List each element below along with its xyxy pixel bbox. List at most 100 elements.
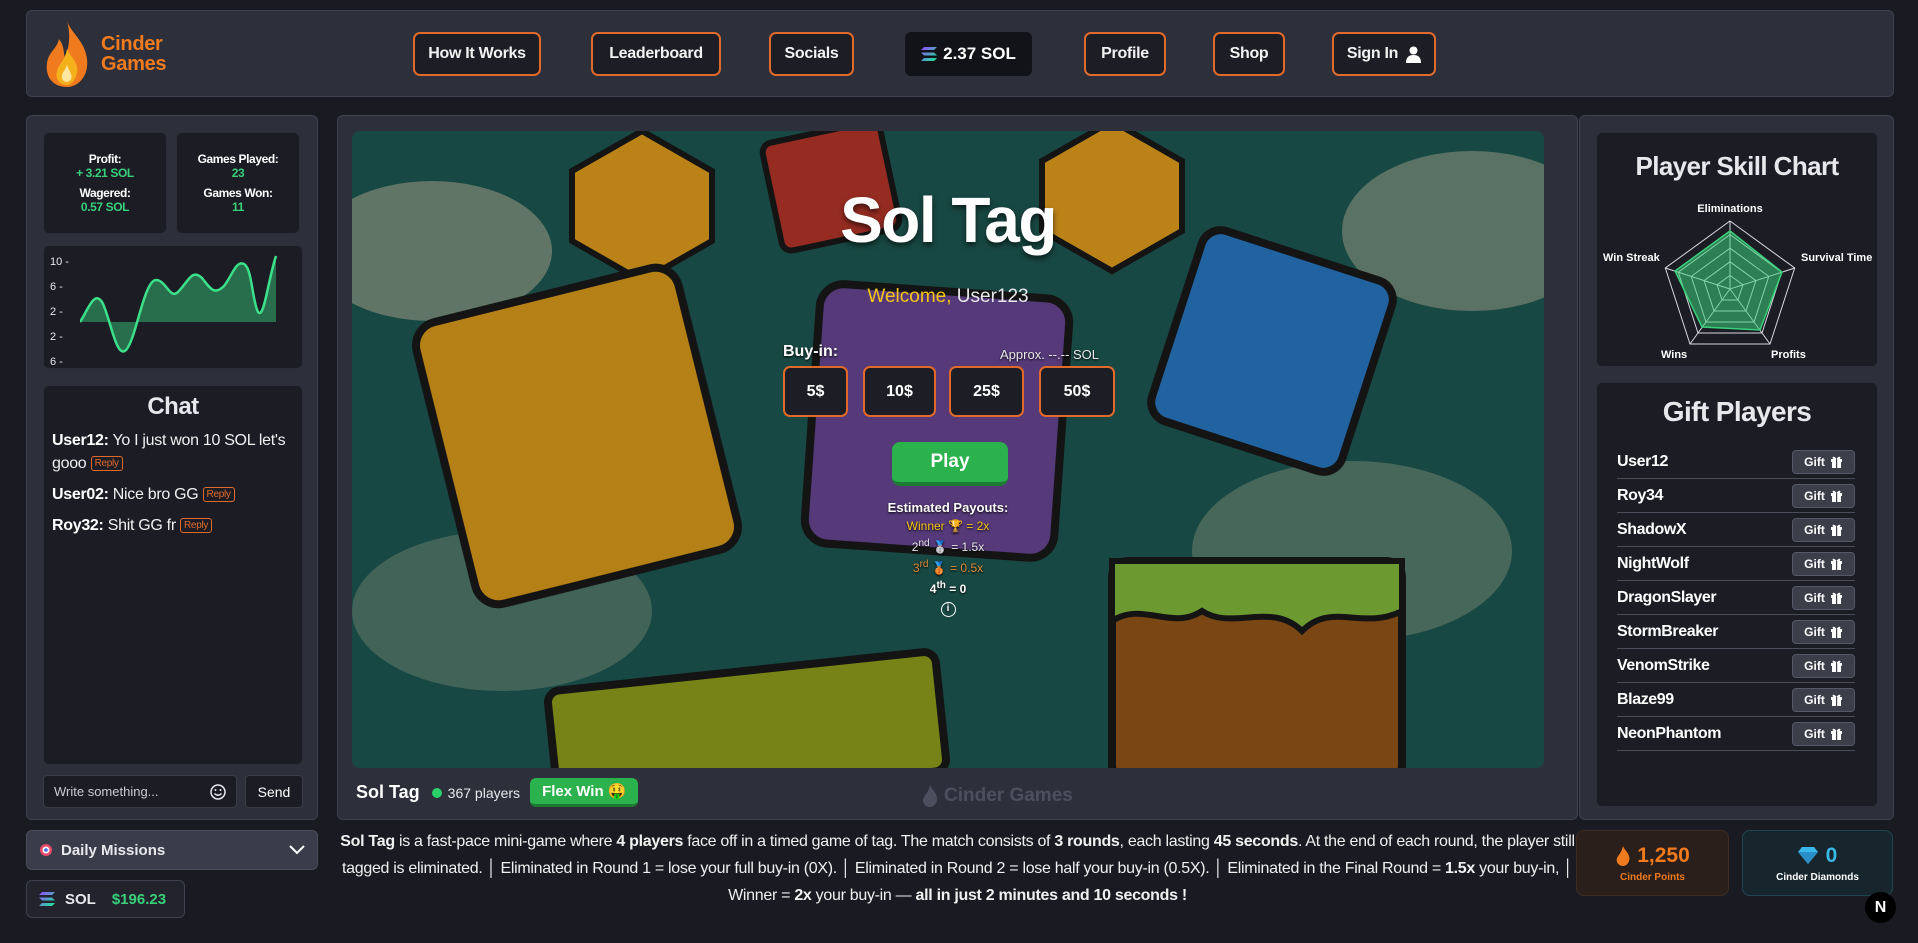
payout-4th: 4th = 0 xyxy=(352,577,1544,598)
reply-button[interactable]: Reply xyxy=(90,456,123,471)
diamonds-value: 0 xyxy=(1825,843,1838,867)
profit-line xyxy=(80,255,278,353)
desc-text: your buy-in — xyxy=(811,887,916,904)
solana-icon xyxy=(39,892,55,906)
gift-button-label: Gift xyxy=(1804,590,1825,605)
gift-button[interactable]: Gift xyxy=(1792,483,1855,508)
chat-panel: Chat User12: Yo I just won 10 SOL let's … xyxy=(43,385,303,765)
corner-badge[interactable]: N xyxy=(1865,892,1896,923)
gift-button[interactable]: Gift xyxy=(1792,449,1855,474)
gift-player-name: DragonSlayer xyxy=(1617,588,1717,606)
gift-player-row: NeonPhantom Gift xyxy=(1617,717,1855,751)
gift-icon xyxy=(1830,728,1842,740)
bet-25-button[interactable]: 25$ xyxy=(949,366,1024,417)
solana-icon xyxy=(921,47,938,61)
gift-button-label: Gift xyxy=(1804,454,1825,469)
balance-display[interactable]: 2.37 SOL xyxy=(905,32,1032,76)
gift-button[interactable]: Gift xyxy=(1792,653,1855,678)
logo[interactable]: Cinder Games xyxy=(41,19,167,89)
sign-in-button[interactable]: Sign In xyxy=(1332,32,1436,76)
payout-3rd-value: 🥉 = 0.5x xyxy=(931,561,984,575)
gift-button-label: Gift xyxy=(1804,522,1825,537)
right-sidebar: Player Skill Chart Eliminations Survival… xyxy=(1579,115,1894,820)
y-tick-label: 6 - xyxy=(50,281,63,293)
gift-player-row: VenomStrike Gift xyxy=(1617,649,1855,683)
points-value: 1,250 xyxy=(1637,843,1690,867)
gift-player-name: ShadowX xyxy=(1617,520,1687,538)
gift-player-name: Blaze99 xyxy=(1617,690,1674,708)
axis-label-survival-time: Survival Time xyxy=(1801,252,1872,264)
gift-button[interactable]: Gift xyxy=(1792,687,1855,712)
bet-50-button[interactable]: 50$ xyxy=(1039,366,1115,417)
cinder-points[interactable]: 1,250 Cinder Points xyxy=(1576,830,1729,896)
approx-sol: Approx. --.-- SOL xyxy=(1000,347,1099,362)
shop-button[interactable]: Shop xyxy=(1213,32,1285,76)
desc-bold: 2x xyxy=(794,887,812,904)
skill-chart-panel: Player Skill Chart Eliminations Survival… xyxy=(1596,132,1878,367)
flame-logo-icon xyxy=(46,21,88,87)
profile-button[interactable]: Profile xyxy=(1084,32,1166,76)
profit-stats: Profit: + 3.21 SOL Wagered: 0.57 SOL xyxy=(43,132,167,234)
gift-player-row: NightWolf Gift xyxy=(1617,547,1855,581)
target-icon xyxy=(40,844,52,856)
profit-label: Profit: xyxy=(88,152,122,166)
top-nav-bar: Cinder Games How It Works Leaderboard So… xyxy=(26,10,1894,97)
gift-button[interactable]: Gift xyxy=(1792,585,1855,610)
payout-2nd-value: 🥈 = 1.5x xyxy=(932,540,985,554)
gift-button[interactable]: Gift xyxy=(1792,517,1855,542)
chat-message: Roy32: Shit GG fr Reply xyxy=(52,514,294,537)
emoji-icon[interactable] xyxy=(210,783,226,800)
bet-5-button[interactable]: 5$ xyxy=(783,366,848,417)
bet-10-button[interactable]: 10$ xyxy=(863,366,936,417)
chat-input[interactable]: Write something... xyxy=(43,775,237,808)
flame-watermark-icon xyxy=(923,785,938,807)
reply-button[interactable]: Reply xyxy=(202,487,235,502)
leaderboard-button[interactable]: Leaderboard xyxy=(591,32,721,76)
reply-button[interactable]: Reply xyxy=(180,518,213,533)
payout-4th-value: = 0 xyxy=(949,582,967,596)
payout-4th-suffix: th xyxy=(936,580,946,591)
gift-button[interactable]: Gift xyxy=(1792,619,1855,644)
chat-title: Chat xyxy=(147,393,199,420)
socials-button[interactable]: Socials xyxy=(769,32,854,76)
gift-icon xyxy=(1830,456,1842,468)
games-won-label: Games Won: xyxy=(203,186,273,200)
daily-missions-label: Daily Missions xyxy=(61,841,166,859)
payout-winner: Winner 🏆 = 2x xyxy=(906,519,990,533)
how-it-works-button[interactable]: How It Works xyxy=(413,32,541,76)
gift-button[interactable]: Gift xyxy=(1792,551,1855,576)
online-dot xyxy=(431,787,442,798)
wallet-amount: $196.23 xyxy=(111,890,167,908)
chat-message: User02: Nice bro GG Reply xyxy=(52,483,294,506)
gift-player-name: NightWolf xyxy=(1617,554,1689,572)
games-stats: Games Played: 23 Games Won: 11 xyxy=(176,132,300,234)
axis-label-wins: Wins xyxy=(1661,349,1687,361)
gift-players-panel: Gift Players User12 Gift Roy34 Gift ShadowX G… xyxy=(1596,382,1878,807)
y-tick-label: 10 - xyxy=(50,256,69,268)
welcome-message: Welcome, User123 xyxy=(352,286,1544,308)
logo-line-1: Cinder xyxy=(101,33,163,55)
games-won-value: 11 xyxy=(232,200,244,214)
watermark-text: Cinder Games xyxy=(944,785,1073,806)
cinder-diamonds[interactable]: 0 Cinder Diamonds xyxy=(1742,830,1893,896)
axis-label-win-streak: Win Streak xyxy=(1603,252,1661,264)
daily-missions-dropdown[interactable]: Daily Missions xyxy=(26,830,318,870)
gift-button-label: Gift xyxy=(1804,624,1825,639)
gift-player-name: StormBreaker xyxy=(1617,622,1719,640)
chevron-down-icon xyxy=(289,845,305,855)
info-icon[interactable]: i xyxy=(940,602,956,617)
cinder-watermark: Cinder Games xyxy=(922,785,1073,807)
sol-wallet[interactable]: SOL $196.23 xyxy=(26,880,185,918)
gift-button[interactable]: Gift xyxy=(1792,721,1855,746)
send-button[interactable]: Send xyxy=(245,775,303,808)
axis-label-profits: Profits xyxy=(1771,349,1806,361)
game-description: Sol Tag is a fast-pace mini-game where 4… xyxy=(337,828,1578,909)
gift-player-row: DragonSlayer Gift xyxy=(1617,581,1855,615)
left-sidebar: Profit: + 3.21 SOL Wagered: 0.57 SOL Gam… xyxy=(26,115,318,820)
play-button[interactable]: Play xyxy=(892,442,1008,486)
y-tick-label: 6 - xyxy=(50,356,63,368)
footer-game-title: Sol Tag xyxy=(356,782,420,802)
sign-in-label: Sign In xyxy=(1346,45,1399,62)
flex-win-button[interactable]: Flex Win 🤑 xyxy=(530,778,639,807)
flame-icon xyxy=(1616,845,1630,866)
